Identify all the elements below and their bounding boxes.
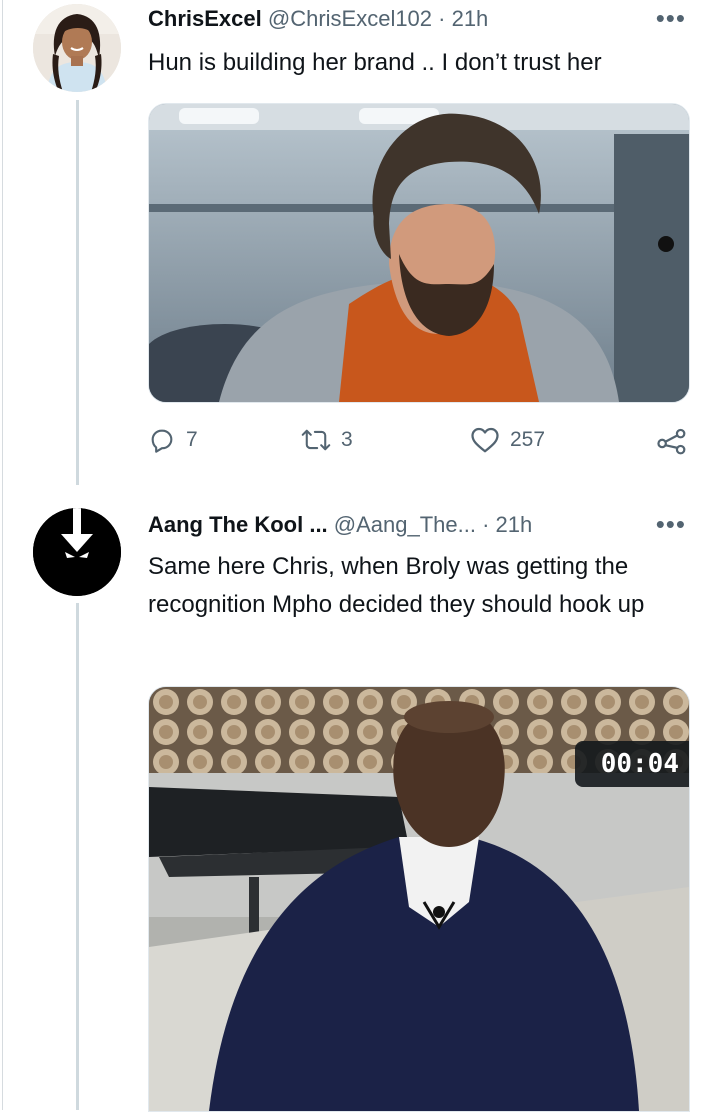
reply-count: 7 [186, 428, 198, 451]
avatar[interactable] [33, 4, 121, 92]
retweet-icon [301, 429, 331, 451]
tweet-media-image[interactable] [148, 103, 690, 403]
more-icon[interactable]: ••• [656, 5, 686, 31]
display-name[interactable]: Aang The Kool ... [148, 512, 328, 537]
profile-photo [33, 4, 121, 92]
share-button[interactable] [656, 426, 688, 456]
profile-logo [33, 508, 121, 596]
tweet-text: Hun is building her brand .. I don’t tru… [148, 49, 602, 76]
like-count: 257 [510, 428, 546, 451]
avatar[interactable] [33, 508, 121, 596]
video-duration-badge: 00:04 [574, 741, 689, 787]
tweet-header: Aang The Kool ... @Aang_The... · 21h [148, 511, 532, 539]
retweet-button[interactable]: 3 [301, 426, 353, 454]
thread-connector [76, 603, 79, 1110]
thread-connector [76, 100, 79, 485]
tweet-actions: 7 3 257 [148, 426, 693, 466]
retweet-count: 3 [341, 428, 353, 451]
display-name[interactable]: ChrisExcel [148, 6, 262, 31]
handle-and-time[interactable]: @Aang_The... · 21h [334, 512, 532, 537]
tweet-header: ChrisExcel @ChrisExcel102 · 21h [148, 5, 488, 33]
handle-and-time[interactable]: @ChrisExcel102 · 21h [268, 6, 488, 31]
more-icon[interactable]: ••• [656, 511, 686, 537]
tweet-media-video[interactable]: 00:04 [148, 686, 690, 1112]
left-border [2, 0, 3, 1110]
like-icon [471, 427, 499, 453]
reply-button[interactable]: 7 [148, 426, 198, 454]
share-icon [657, 428, 686, 455]
reply-icon [151, 429, 173, 453]
tweet-text: Same here Chris, when Broly was getting … [148, 553, 645, 618]
like-button[interactable]: 257 [470, 426, 545, 454]
media-photo [149, 104, 689, 402]
